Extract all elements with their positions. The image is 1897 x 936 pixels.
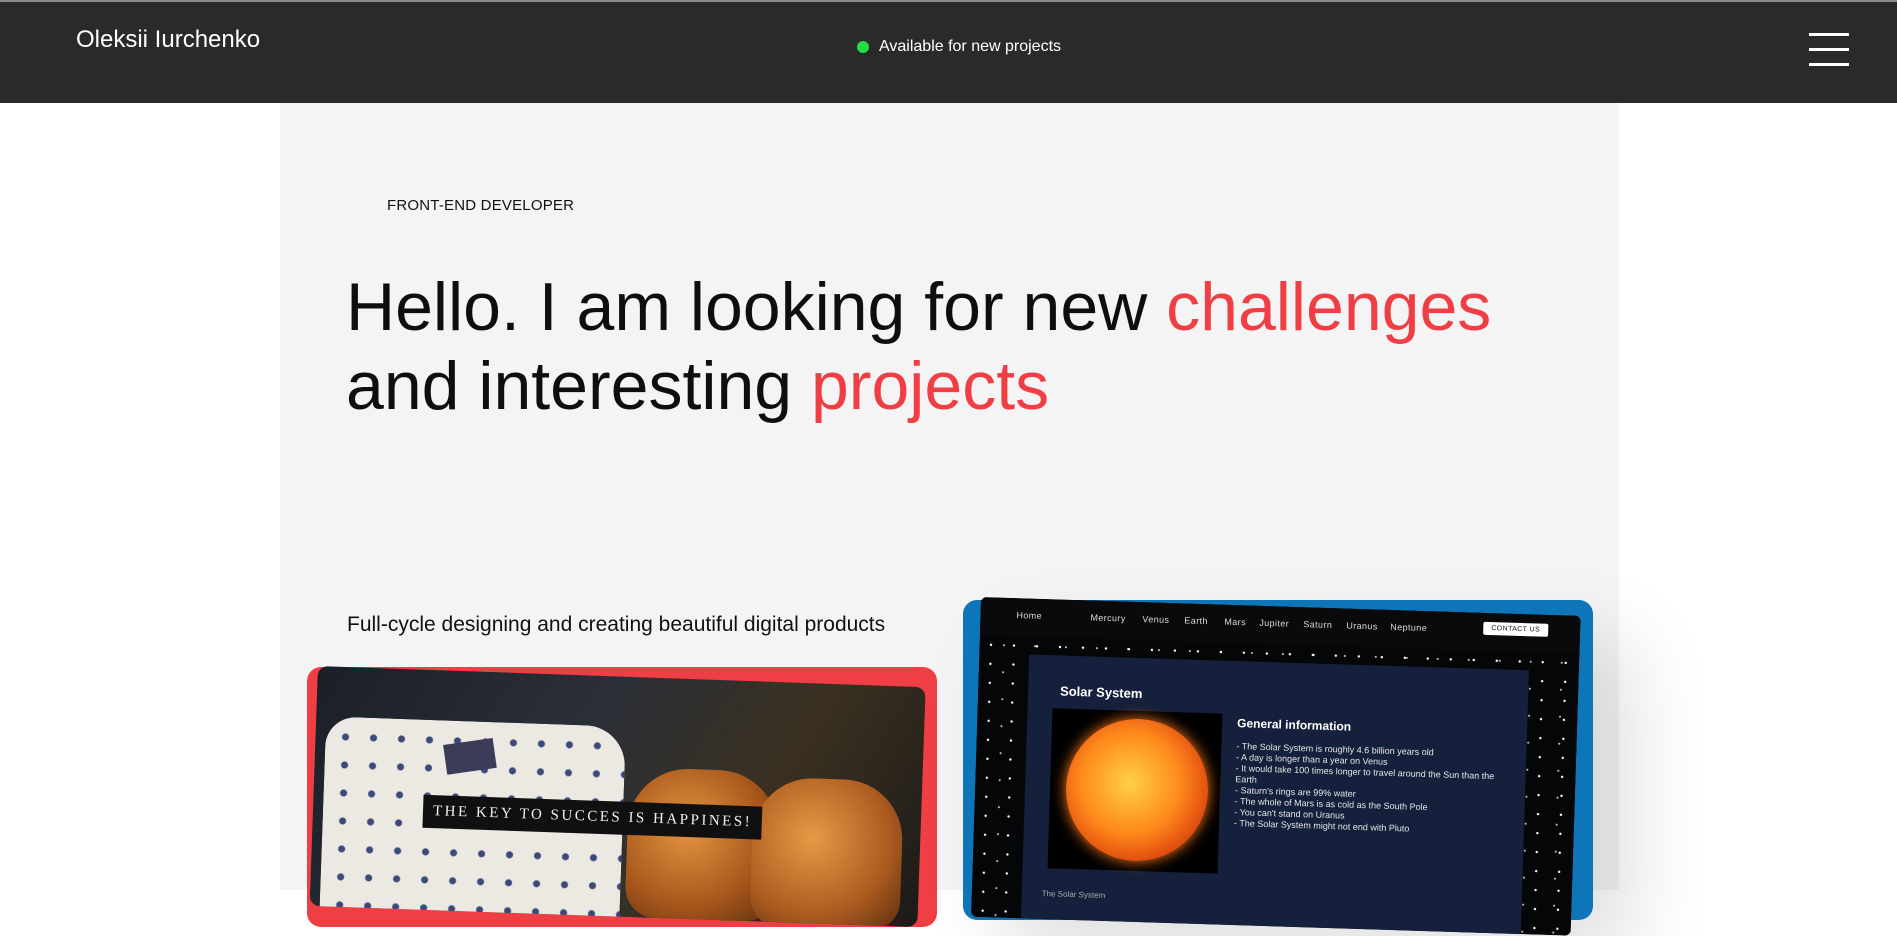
brand-name[interactable]: Oleksii Iurchenko <box>76 26 260 54</box>
headline-accent-challenges: challenges <box>1166 269 1492 345</box>
site-header: Oleksii Iurchenko Available for new proj… <box>0 2 1897 103</box>
sun-image <box>1047 708 1223 874</box>
solar-nav-venus: Venus <box>1142 614 1170 625</box>
headline-part-2: and interesting <box>346 348 811 424</box>
hero-subline: Full-cycle designing and creating beauti… <box>347 613 886 636</box>
solar-info-title: General information <box>1236 716 1352 734</box>
solar-nav-saturn: Saturn <box>1303 619 1333 631</box>
project-preview-solar[interactable]: Home Mercury Venus Earth Mars Jupiter Sa… <box>970 597 1581 936</box>
solar-nav-uranus: Uranus <box>1346 620 1378 632</box>
solar-contact-button: CONTACT US <box>1483 621 1549 637</box>
headline-part-1: Hello. I am looking for new <box>346 269 1167 345</box>
project-preview-shop[interactable]: THE KEY TO SUCCES IS HAPPINES! <box>309 666 926 928</box>
solar-title: Solar System <box>1059 683 1143 702</box>
status-dot-icon <box>857 41 869 53</box>
status-text: Available for new projects <box>879 38 1062 55</box>
solar-nav-home: Home <box>1016 610 1043 621</box>
hamburger-menu-icon[interactable] <box>1809 33 1849 67</box>
hero-headline: Hello. I am looking for new challenges a… <box>346 268 1606 426</box>
solar-nav-mercury: Mercury <box>1090 612 1126 624</box>
solar-nav-jupiter: Jupiter <box>1259 617 1290 629</box>
availability-status: Available for new projects <box>857 38 1061 56</box>
solar-nav-mars: Mars <box>1224 616 1247 628</box>
solar-nav-earth: Earth <box>1184 615 1209 627</box>
solar-facts: - The Solar System is roughly 4.6 billio… <box>1234 741 1497 837</box>
headline-accent-projects: projects <box>810 348 1050 424</box>
role-label: FRONT-END DEVELOPER <box>387 197 575 214</box>
shoe-image <box>749 776 905 928</box>
solar-nav-neptune: Neptune <box>1390 621 1428 634</box>
